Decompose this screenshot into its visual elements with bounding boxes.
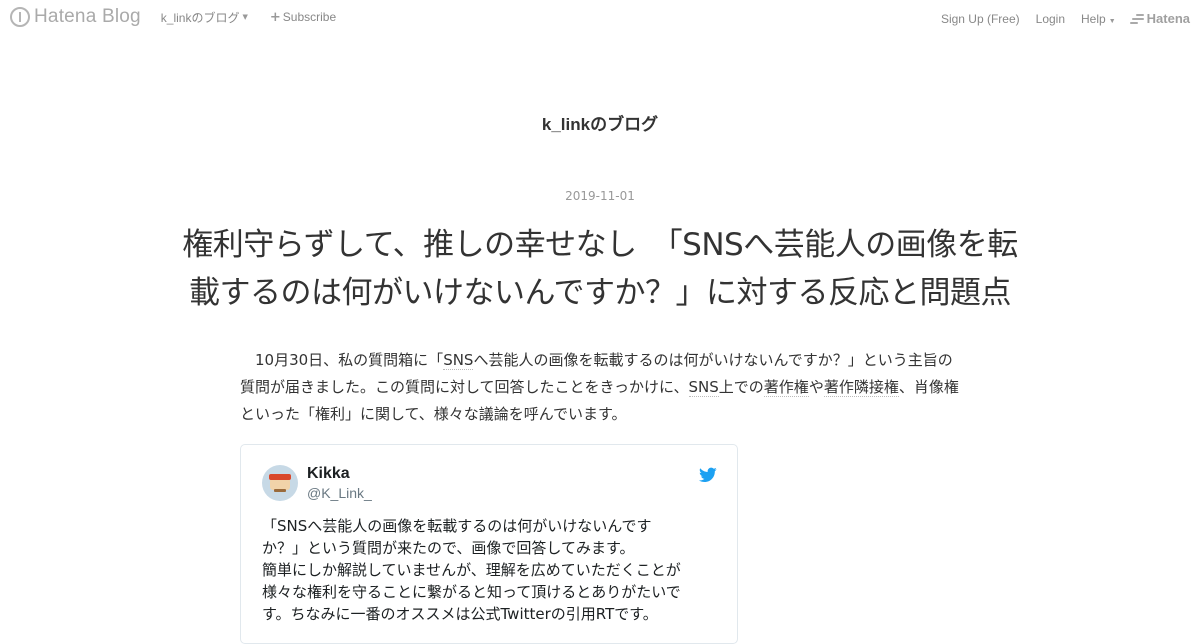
global-header-right: Sign Up (Free) Login Help ▼ Hatena	[925, 11, 1190, 26]
blog-title[interactable]: k_linkのブログ	[0, 110, 1200, 135]
hatena-label: Hatena	[1146, 11, 1190, 26]
global-header-left: Hatena Blog k_linkのブログ ▼ + Subscribe	[10, 6, 336, 28]
entry-title-line-2: 載するのは何がいけないんですか？」に対する反応と問題点	[189, 275, 1011, 311]
tweet-author-name[interactable]: Kikka	[307, 465, 350, 483]
keyword-link[interactable]: SNS	[443, 351, 474, 370]
keyword-link[interactable]: SNS	[688, 378, 719, 397]
entry-title-line-1: 権利守らずして、推しの幸せなし 「SNSへ芸能人の画像を転	[182, 227, 1018, 263]
keyword-link[interactable]: 著作隣接権	[823, 378, 899, 397]
body-text: 10月30日、私の質問箱に「	[255, 351, 444, 369]
login-link[interactable]: Login	[1036, 12, 1065, 26]
blog-menu-dropdown[interactable]: k_linkのブログ ▼	[161, 9, 248, 26]
hatena-blog-logo-text: Hatena Blog	[34, 6, 141, 27]
entry-title[interactable]: 権利守らずして、推しの幸せなし 「SNSへ芸能人の画像を転 載するのは何がいけな…	[140, 221, 1060, 317]
tweet-text-line: す。ちなみに一番のオススメは公式Twitterの引用RTです。	[262, 605, 658, 623]
keyword-link[interactable]: 著作権	[763, 378, 809, 397]
plus-icon: +	[269, 9, 281, 25]
hatena-link[interactable]: Hatena	[1129, 11, 1190, 26]
hatena-logo-icon	[1129, 13, 1144, 24]
tweet-text-line: 簡単にしか解説していませんが、理解を広めていただくことが	[262, 561, 681, 579]
user-avatar-icon[interactable]	[262, 465, 298, 501]
tweet-text-line: 「SNSへ芸能人の画像を転載するのは何がいけないんです	[262, 517, 652, 535]
body-text: 上での	[718, 378, 764, 396]
global-header: Hatena Blog k_linkのブログ ▼ + Subscribe Sig…	[0, 0, 1200, 36]
subscribe-label: Subscribe	[282, 10, 337, 24]
tweet-text-line: 様々な権利を守ることに繋がると知って頂けるとありがたいで	[262, 583, 681, 601]
entry-body-paragraph: 10月30日、私の質問箱に「SNSへ芸能人の画像を転載するのは何がいけないんです…	[240, 347, 960, 428]
hatena-blog-logo-icon	[10, 7, 30, 27]
tweet-author-handle[interactable]: @K_Link_	[307, 485, 372, 501]
hatena-blog-logo[interactable]: Hatena Blog	[10, 6, 141, 28]
tweet-text-line: か？」という質問が来たので、画像で回答してみます。	[262, 539, 635, 557]
body-text: や	[808, 378, 824, 396]
blog-menu-label: k_linkのブログ	[160, 10, 240, 25]
help-label: Help	[1081, 11, 1106, 26]
caret-down-icon: ▼	[1108, 17, 1116, 25]
subscribe-button[interactable]: + Subscribe	[270, 10, 336, 25]
help-menu[interactable]: Help ▼	[1081, 12, 1116, 26]
caret-down-icon: ▼	[242, 13, 248, 21]
tweet-text: 「SNSへ芸能人の画像を転載するのは何がいけないんです か？」という質問が来たの…	[262, 515, 720, 625]
embedded-tweet[interactable]: Kikka @K_Link_ 「SNSへ芸能人の画像を転載するのは何がいけないん…	[240, 444, 738, 644]
twitter-bird-icon[interactable]	[699, 467, 717, 483]
signup-link[interactable]: Sign Up (Free)	[941, 12, 1020, 26]
entry-date[interactable]: 2019-11-01	[0, 189, 1200, 203]
